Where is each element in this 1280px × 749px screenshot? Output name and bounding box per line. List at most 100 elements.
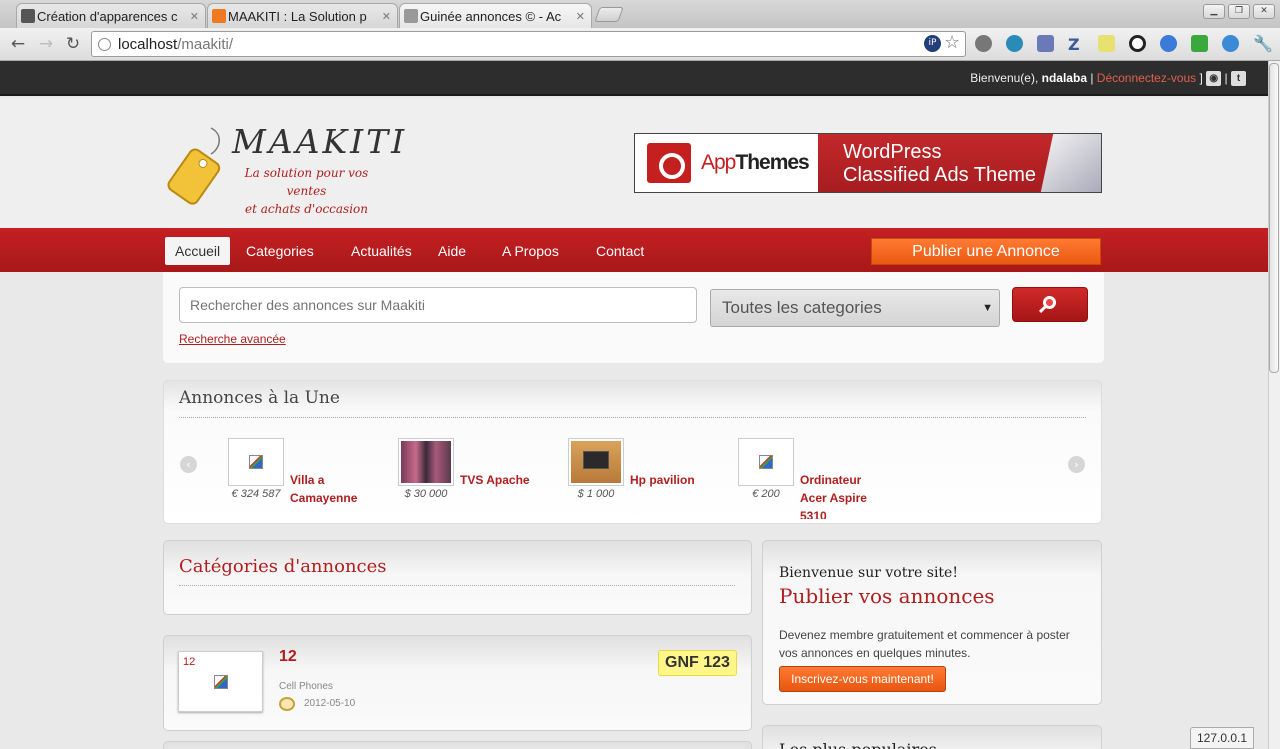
browser-tab-3-active[interactable]: Guinée annonces © - Ac ✕	[399, 3, 592, 28]
user-welcome: Bienvenu(e), ndalaba | Déconnectez-vous …	[970, 71, 1246, 87]
tab-title: MAAKITI : La Solution p	[228, 8, 367, 24]
bookmark-star-icon[interactable]: ☆	[944, 32, 960, 53]
extension-icon[interactable]	[1160, 35, 1177, 52]
featured-thumb[interactable]	[568, 438, 624, 486]
listing-title[interactable]: 12	[279, 648, 297, 666]
tagline-line: La solution pour vos ventes	[244, 166, 369, 198]
appthemes-logo-icon	[647, 143, 691, 183]
maximize-icon[interactable]: ❐	[1228, 4, 1250, 19]
featured-price: € 324 587	[231, 488, 281, 500]
tab-title: Création d'apparences c	[37, 8, 178, 24]
scrollbar-thumb[interactable]	[1269, 63, 1279, 373]
price-tag-logo-icon[interactable]	[163, 126, 223, 206]
browser-tab-2[interactable]: MAAKITI : La Solution p ✕	[207, 3, 398, 28]
banner-text-area: WordPress Classified Ads Theme	[818, 134, 1101, 192]
listing-price-tag: GNF 123	[658, 650, 737, 676]
nav-categories[interactable]: Categories	[236, 237, 324, 265]
listing-date: 2012-05-10	[304, 698, 356, 709]
broken-image-icon	[759, 455, 773, 469]
url-path: /maakiti/	[177, 36, 234, 53]
wrench-menu-icon[interactable]: 🔧	[1253, 34, 1273, 53]
carousel-next-icon[interactable]: ›	[1068, 456, 1085, 473]
circle-extension-icon[interactable]	[1129, 35, 1146, 52]
banner-brand-b: Themes	[735, 151, 809, 174]
logout-link[interactable]: Déconnectez-vous	[1097, 71, 1196, 85]
welcome-greeting: Bienvenue sur votre site!	[779, 565, 958, 581]
nav-actualites[interactable]: Actualités	[341, 237, 422, 265]
new-tab-button[interactable]	[594, 7, 624, 22]
page-favicon-icon	[21, 9, 35, 23]
featured-thumb[interactable]	[398, 438, 454, 486]
listing-category[interactable]: Cell Phones	[279, 681, 333, 692]
banner-brand: AppThemes	[701, 151, 810, 175]
welcome-text: Bienvenu(e),	[970, 71, 1039, 85]
window-close-icon[interactable]: ✕	[1253, 4, 1275, 19]
featured-price: € 200	[752, 488, 780, 500]
nav-a-propos[interactable]: A Propos	[492, 237, 569, 265]
featured-title-link[interactable]: Ordinateur Acer Aspire 5310	[800, 471, 885, 519]
search-button[interactable]	[1012, 287, 1088, 322]
featured-price: $ 30 000	[404, 488, 448, 500]
z-extension-icon[interactable]: Z	[1068, 35, 1085, 54]
category-select-value: Toutes les categories	[722, 298, 882, 317]
separator: |	[1087, 71, 1097, 85]
categories-panel	[163, 540, 752, 615]
broken-image-icon	[249, 455, 263, 469]
banner-brand-area: AppThemes	[635, 134, 818, 192]
search-input[interactable]	[179, 287, 697, 323]
forward-arrow-icon[interactable]: →	[36, 34, 56, 54]
browser-toolbar: ← → ↻ localhost/maakiti/ iP ☆ Z 🔧	[0, 28, 1280, 61]
publish-ad-button[interactable]: Publier une Annonce	[871, 238, 1101, 265]
featured-title: Annonces à la Une	[179, 388, 340, 408]
back-arrow-icon[interactable]: ←	[8, 34, 28, 54]
notes-extension-icon[interactable]	[1098, 35, 1115, 52]
close-tab-icon[interactable]: ✕	[190, 10, 199, 23]
globe-icon	[98, 38, 111, 51]
featured-thumb[interactable]	[738, 438, 794, 486]
url-host: localhost	[118, 36, 178, 53]
carousel-prev-icon[interactable]: ‹	[180, 456, 197, 473]
browser-tab-1[interactable]: Création d'apparences c ✕	[16, 3, 206, 28]
nav-contact[interactable]: Contact	[586, 237, 654, 265]
username: ndalaba	[1041, 71, 1087, 85]
featured-title-link[interactable]: Villa a Camayenne	[290, 471, 375, 507]
popular-heading: Les plus populaires	[779, 740, 937, 749]
minimize-icon[interactable]: ▁	[1203, 4, 1225, 19]
categories-title: Catégories d'annonces	[179, 556, 387, 577]
site-logo-title[interactable]: MAAKITI	[232, 122, 407, 161]
browser-tab-strip: Création d'apparences c ✕ MAAKITI : La S…	[0, 0, 1280, 28]
close-tab-icon[interactable]: ✕	[382, 10, 391, 23]
extension-icon[interactable]	[1006, 35, 1023, 52]
featured-title-link[interactable]: Hp pavilion	[630, 471, 725, 489]
address-bar[interactable]: localhost/maakiti/ iP ☆	[91, 31, 966, 57]
divider	[179, 417, 1086, 418]
rss-icon[interactable]: ◉	[1206, 71, 1222, 87]
nav-aide[interactable]: Aide	[428, 237, 476, 265]
nav-accueil[interactable]: Accueil	[165, 237, 231, 265]
php-extension-icon[interactable]	[1037, 35, 1054, 52]
site-top-bar: Bienvenu(e), ndalaba | Déconnectez-vous …	[0, 61, 1268, 96]
featured-thumb[interactable]	[228, 438, 284, 486]
search-extension-icon[interactable]	[1222, 35, 1239, 52]
reload-icon[interactable]: ↻	[63, 34, 83, 54]
tab-title: Guinée annonces © - Ac	[420, 8, 562, 24]
twitter-icon[interactable]: t	[1231, 71, 1246, 87]
tagline-line: et achats d'occasion	[244, 202, 369, 216]
signup-button[interactable]: Inscrivez-vous maintenant!	[779, 666, 946, 692]
status-bubble: 127.0.0.1	[1190, 727, 1255, 749]
category-select[interactable]: Toutes les categories ▼	[710, 289, 1000, 327]
search-icon	[1043, 296, 1056, 309]
advanced-search-link[interactable]: Recherche avancée	[179, 332, 286, 346]
xampp-favicon-icon	[212, 9, 226, 23]
play-extension-icon[interactable]	[1191, 35, 1208, 52]
url-text: localhost/maakiti/	[118, 36, 233, 53]
ip-extension-icon[interactable]: iP	[924, 35, 941, 52]
listing-thumb-alt: 12	[183, 656, 196, 668]
clock-icon	[279, 697, 295, 711]
featured-title-link[interactable]: TVS Apache	[460, 471, 555, 489]
ad-banner[interactable]: AppThemes WordPress Classified Ads Theme	[634, 133, 1102, 193]
close-tab-icon[interactable]: ✕	[576, 10, 585, 23]
gear-extension-icon[interactable]	[975, 35, 992, 52]
separator: |	[1221, 71, 1231, 85]
laptop-image	[583, 451, 609, 469]
